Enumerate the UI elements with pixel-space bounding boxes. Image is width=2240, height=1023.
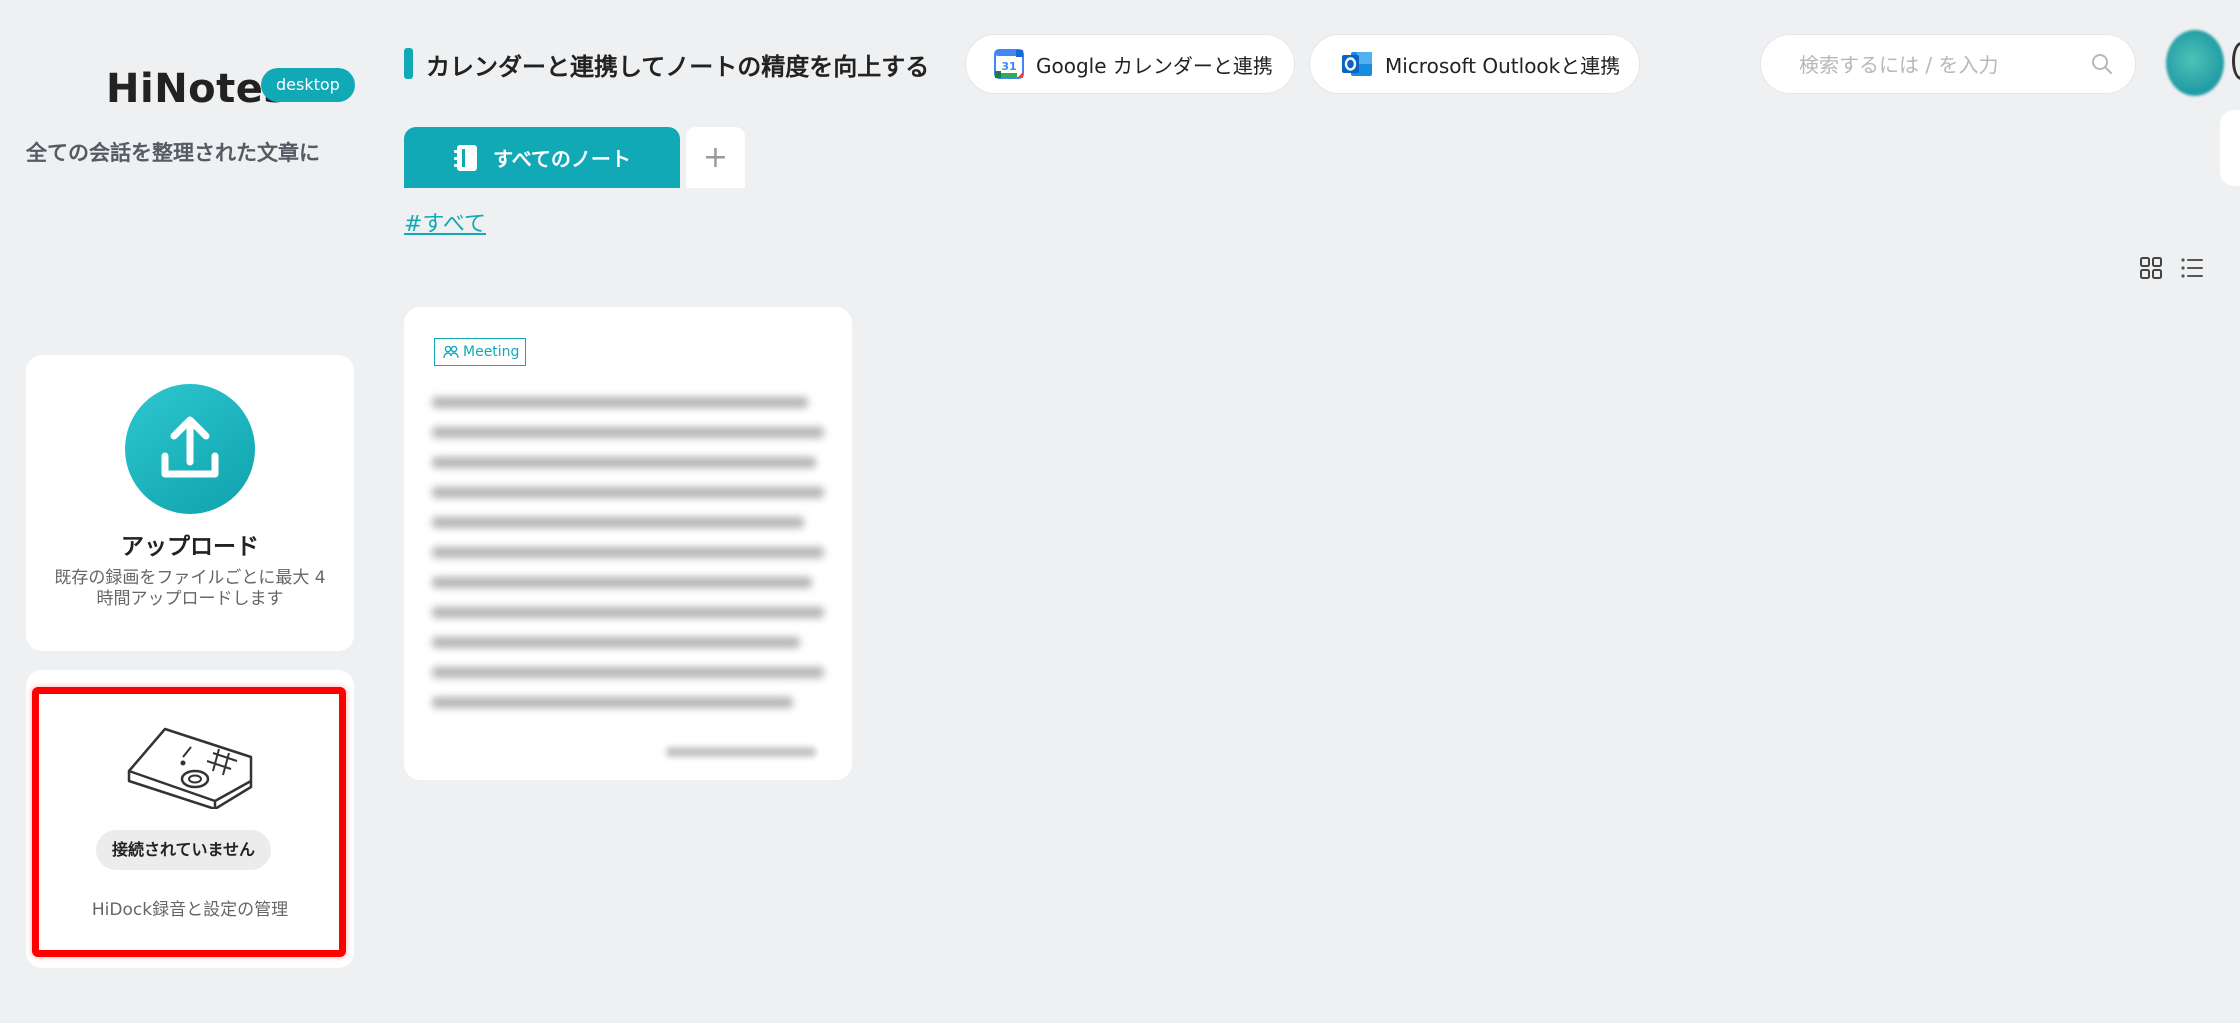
list-view-icon[interactable]: [2180, 256, 2204, 280]
upload-icon: [161, 416, 219, 478]
note-timestamp-blurred: [666, 747, 816, 757]
note-preview-blurred: [432, 397, 824, 727]
google-calendar-icon: 31: [994, 49, 1024, 79]
upload-description: 既存の録画をファイルごとに最大 4 時間アップロードします: [54, 568, 326, 609]
desktop-badge: desktop: [261, 68, 355, 102]
upload-card[interactable]: アップロード 既存の録画をファイルごとに最大 4 時間アップロードします: [26, 355, 354, 651]
title-accent-bar: [404, 48, 413, 79]
tab-all-notes[interactable]: すべてのノート: [404, 127, 680, 188]
device-card[interactable]: 接続されていません HiDock録音と設定の管理: [26, 670, 354, 968]
search-box[interactable]: [1760, 34, 2136, 94]
search-icon[interactable]: [2091, 53, 2113, 75]
hidock-device-icon: [127, 727, 253, 809]
upload-title: アップロード: [121, 534, 259, 560]
meeting-tag-label: Meeting: [463, 344, 520, 360]
connection-status-badge: 接続されていません: [96, 830, 272, 870]
tab-all-notes-label: すべてのノート: [493, 147, 631, 171]
google-calendar-link-button[interactable]: 31 Google カレンダーと連携: [965, 34, 1295, 94]
calendar-prompt: カレンダーと連携してノートの精度を向上する: [426, 53, 930, 81]
user-avatar[interactable]: [2166, 30, 2224, 96]
app-tagline: 全ての会話を整理された文章に: [26, 141, 320, 165]
search-input[interactable]: [1797, 49, 2081, 81]
app-brand: HiNotes: [106, 66, 288, 112]
people-icon: [443, 345, 459, 359]
meeting-tag: Meeting: [434, 338, 527, 366]
svg-text:31: 31: [1001, 60, 1016, 73]
outlook-icon: [1342, 52, 1372, 76]
outlook-link-label: Microsoft Outlookと連携: [1385, 53, 1621, 78]
panel-toggle-icon[interactable]: [2232, 42, 2240, 80]
hashtag-filter-all[interactable]: #すべて: [404, 206, 486, 238]
add-tab-button[interactable]: +: [686, 127, 745, 188]
upload-button[interactable]: [125, 384, 255, 514]
outlook-link-button[interactable]: Microsoft Outlookと連携: [1309, 34, 1640, 94]
google-calendar-link-label: Google カレンダーと連携: [1036, 53, 1273, 78]
note-card[interactable]: Meeting: [404, 307, 852, 780]
grid-view-icon[interactable]: [2139, 256, 2163, 280]
notebook-icon: [454, 144, 478, 171]
side-panel-tab[interactable]: [2220, 110, 2240, 186]
device-description: HiDock録音と設定の管理: [91, 900, 289, 920]
